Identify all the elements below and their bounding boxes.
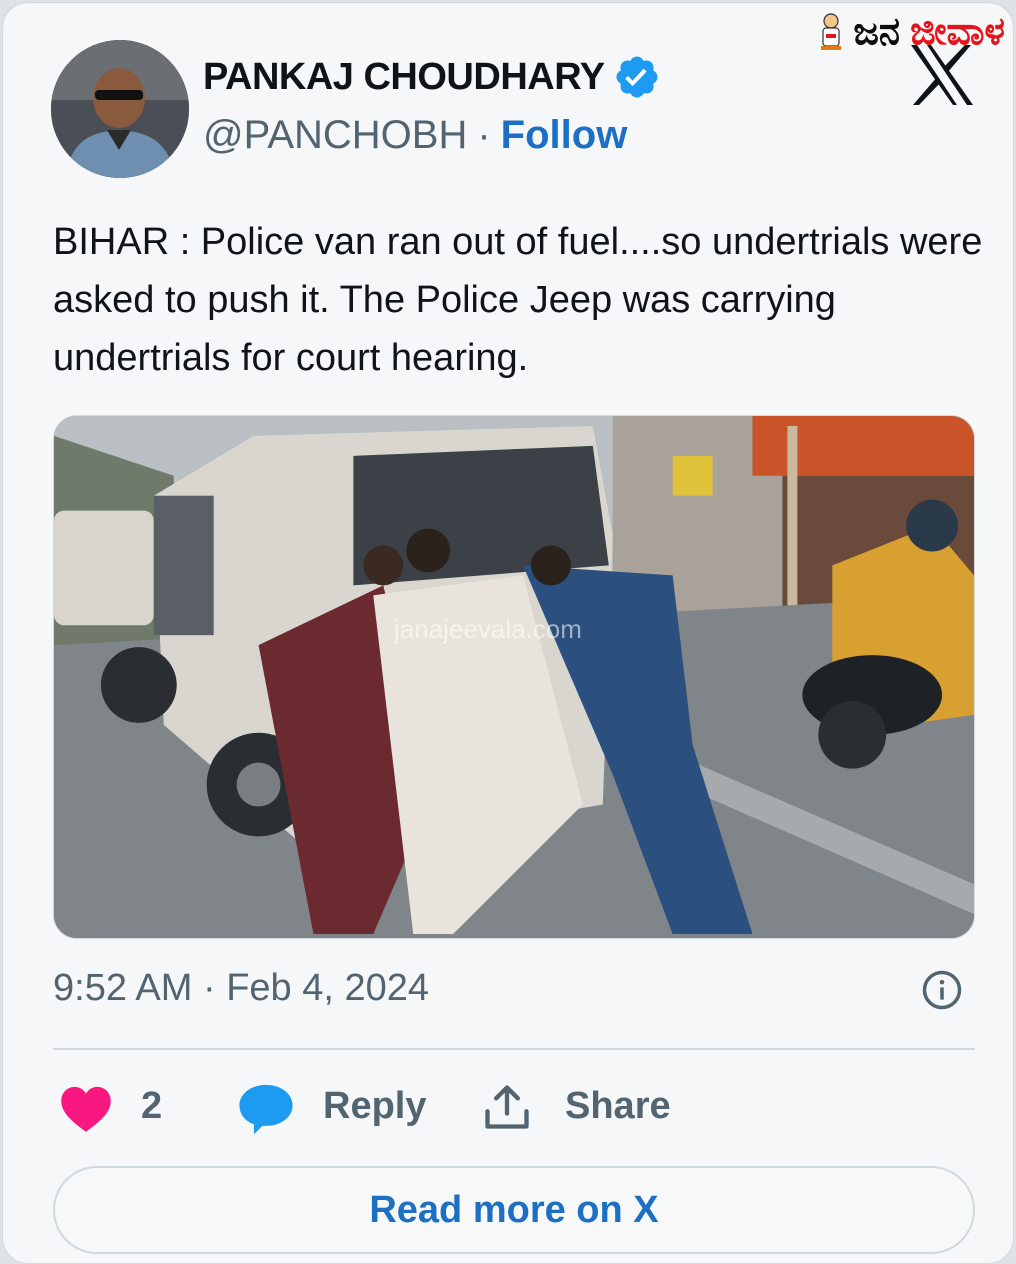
brand-name-black: ಜನ xyxy=(853,9,901,53)
mascot-icon xyxy=(821,12,842,50)
tweet-media[interactable]: janajeevala.com xyxy=(53,415,975,939)
reply-bubble-icon[interactable] xyxy=(237,1081,295,1137)
separator-dot: · xyxy=(477,113,491,157)
share-icon[interactable] xyxy=(481,1081,533,1133)
author-name[interactable]: PANKAJ CHOUDHARY xyxy=(203,56,605,99)
avatar[interactable] xyxy=(51,40,189,178)
reply-button[interactable]: Reply xyxy=(323,1085,426,1128)
tweet-actions: 2 Reply Share xyxy=(3,1073,1016,1143)
divider xyxy=(53,1048,975,1050)
media-watermark: janajeevala.com xyxy=(394,614,582,644)
x-logo-icon[interactable] xyxy=(907,43,977,107)
author-handle-row: @PANCHOBH · Follow xyxy=(203,113,627,158)
heart-icon[interactable] xyxy=(59,1083,113,1133)
like-count[interactable]: 2 xyxy=(141,1085,162,1128)
follow-button[interactable]: Follow xyxy=(501,113,628,158)
read-more-button[interactable]: Read more on X xyxy=(53,1166,975,1254)
verified-badge-icon xyxy=(616,56,658,98)
tweet-text: BIHAR : Police van ran out of fuel....so… xyxy=(53,221,983,379)
author-name-row: PANKAJ CHOUDHARY xyxy=(203,53,661,101)
avatar-image xyxy=(51,40,189,178)
share-button[interactable]: Share xyxy=(565,1085,671,1128)
author-handle[interactable]: @PANCHOBH xyxy=(203,113,467,158)
media-image xyxy=(54,416,974,938)
tweet-card: PANKAJ CHOUDHARY @PANCHOBH · Follow ಜನ ಜ… xyxy=(2,2,1014,1264)
info-icon[interactable] xyxy=(921,969,963,1011)
tweet-timestamp[interactable]: 9:52 AM · Feb 4, 2024 xyxy=(53,967,429,1010)
